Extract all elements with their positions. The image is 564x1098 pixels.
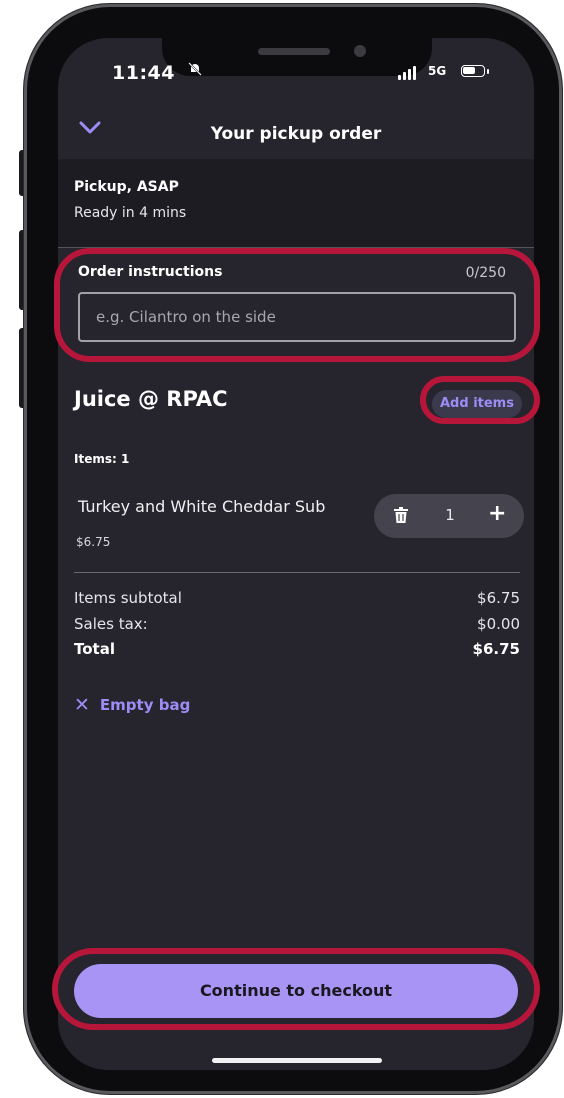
home-indicator[interactable]: [212, 1058, 382, 1063]
item-price: $6.75: [76, 535, 111, 549]
page-title: Your pickup order: [210, 124, 382, 144]
highlight-checkout: [52, 948, 540, 1030]
bell-muted-icon: [188, 62, 202, 80]
header: Your pickup order: [58, 108, 534, 158]
subtotal-row: Items subtotal $6.75: [74, 589, 520, 607]
items-count: Items: 1: [74, 452, 130, 466]
tax-label: Sales tax:: [74, 615, 148, 633]
pickup-title: Pickup, ASAP: [74, 179, 179, 195]
battery-icon: [461, 65, 485, 77]
highlight-order-instructions: [54, 248, 540, 362]
divider: [74, 572, 520, 573]
quantity-value: 1: [445, 506, 455, 524]
pickup-info[interactable]: Pickup, ASAP Ready in 4 mins: [58, 159, 534, 248]
trash-icon[interactable]: [394, 507, 408, 528]
plus-icon[interactable]: +: [488, 501, 506, 526]
store-name: Juice @ RPAC: [74, 387, 228, 411]
app-screen: 11:44 5G Your pickup order Pickup, ASAP …: [58, 38, 534, 1070]
tax-value: $0.00: [477, 615, 520, 633]
front-camera: [354, 45, 366, 57]
pickup-subtitle: Ready in 4 mins: [74, 205, 187, 221]
total-value: $6.75: [472, 640, 520, 658]
quantity-stepper: 1 +: [374, 494, 524, 538]
signal-icon: [398, 66, 416, 80]
speaker-grille: [258, 48, 330, 55]
close-icon: ✕: [74, 694, 90, 716]
status-time: 11:44: [112, 62, 175, 84]
network-indicator: 5G: [428, 64, 447, 78]
highlight-add-items: [420, 376, 540, 424]
total-row: Total $6.75: [74, 640, 520, 658]
tax-row: Sales tax: $0.00: [74, 615, 520, 633]
empty-bag-button[interactable]: ✕ Empty bag: [74, 694, 190, 716]
subtotal-label: Items subtotal: [74, 589, 182, 607]
subtotal-value: $6.75: [477, 589, 520, 607]
total-label: Total: [74, 640, 115, 658]
empty-bag-label: Empty bag: [99, 696, 191, 714]
battery-tip: [487, 69, 489, 74]
item-name: Turkey and White Cheddar Sub: [78, 497, 326, 516]
notch: [162, 38, 432, 76]
